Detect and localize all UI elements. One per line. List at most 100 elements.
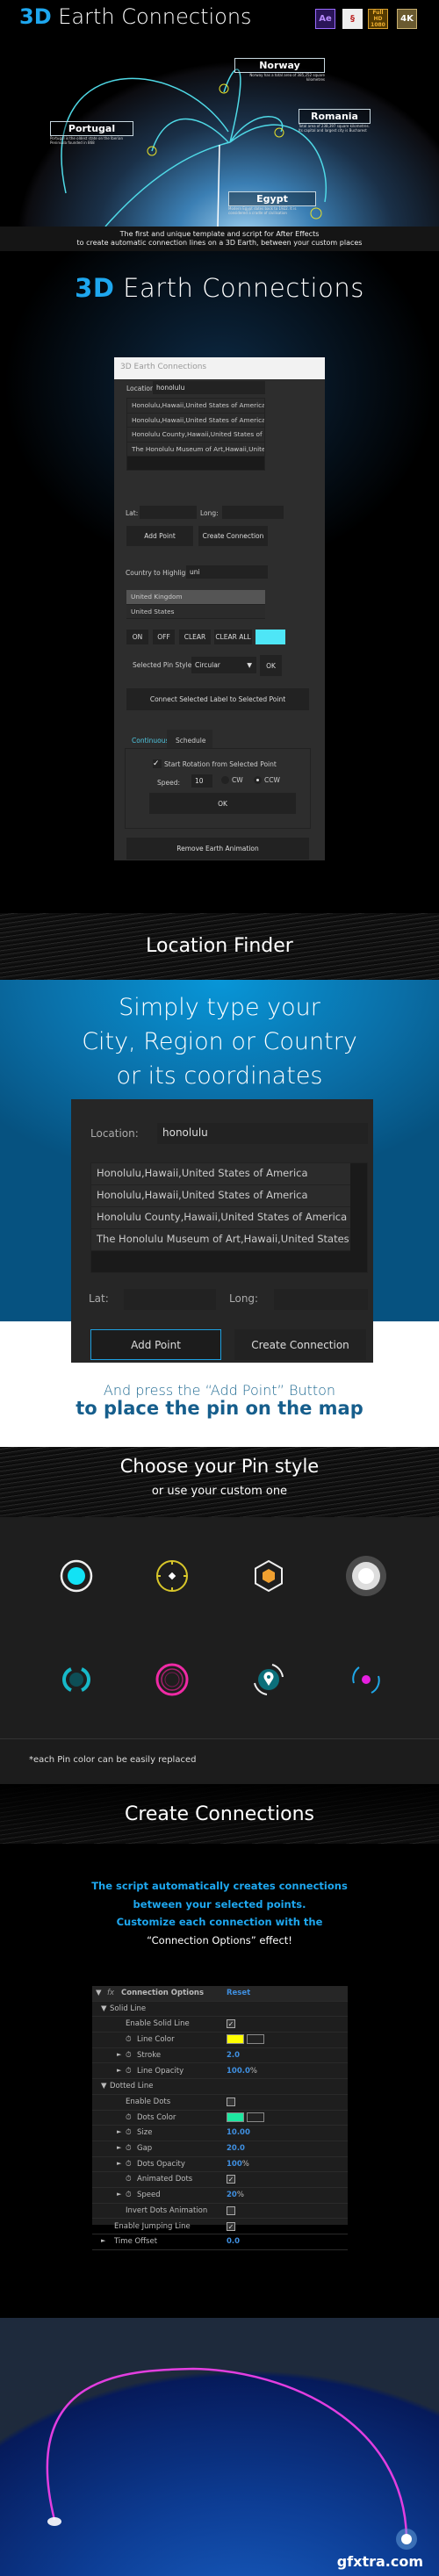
triangle-right-icon[interactable]: ►	[117, 2144, 121, 2151]
triangle-down-icon[interactable]: ▼	[101, 2082, 107, 2090]
stopwatch-icon[interactable]: ⏱	[126, 2175, 132, 2184]
eyedropper-icon[interactable]	[247, 2112, 264, 2122]
add-point-button[interactable]: Add Point	[126, 526, 193, 546]
fx-row[interactable]: Enable Jumping Line ✓	[92, 2220, 348, 2235]
country-item-selected[interactable]: United Kingdom	[126, 590, 265, 605]
glow-pin-icon[interactable]	[345, 1555, 387, 1597]
fx-row[interactable]: ► ⏱ Stroke 2.0	[92, 2048, 348, 2064]
fx-row[interactable]: ▼ Dotted Line	[92, 2079, 348, 2095]
fx-row[interactable]: ⏱ Line Color	[92, 2033, 348, 2048]
clear-button[interactable]: CLEAR	[179, 630, 211, 644]
checkbox[interactable]: ✓	[227, 2019, 235, 2029]
fx-row[interactable]: ► Time Offset 0.0	[92, 2234, 348, 2250]
triangle-right-icon[interactable]: ►	[117, 2051, 121, 2058]
clear-all-button[interactable]: CLEAR ALL	[214, 630, 252, 644]
result-item[interactable]: Honolulu,Hawaii,United States of America	[127, 413, 264, 428]
result-item[interactable]: The Honolulu Museum of Art,Hawaii,United…	[91, 1229, 350, 1251]
triangle-right-icon[interactable]: ►	[117, 2067, 121, 2074]
stopwatch-icon[interactable]: ⏱	[126, 2191, 132, 2199]
fx-value[interactable]: 0.0	[227, 2237, 240, 2246]
pin-style-ok-button[interactable]: OK	[260, 655, 282, 676]
fx-row[interactable]: Invert Dots Animation	[92, 2204, 348, 2220]
color-swatch[interactable]	[227, 2034, 244, 2045]
highlight-color-swatch[interactable]	[255, 630, 285, 644]
eyedropper-icon[interactable]	[247, 2034, 264, 2045]
map-marker-pin-icon[interactable]	[251, 1662, 286, 1697]
location-input[interactable]: honolulu	[153, 381, 265, 394]
add-point-button[interactable]: Add Point	[90, 1329, 221, 1360]
tab-continuous[interactable]: Continuous	[132, 737, 169, 745]
cw-radio[interactable]	[221, 776, 229, 784]
connect-label-button[interactable]: Connect Selected Label to Selected Point	[126, 688, 309, 710]
lat-input[interactable]	[140, 506, 197, 519]
on-button[interactable]: ON	[126, 630, 148, 644]
result-item[interactable]: Honolulu County,Hawaii,United States of …	[91, 1207, 350, 1229]
triangle-right-icon[interactable]: ►	[117, 2128, 121, 2135]
fx-row[interactable]: ⏱ Dots Color	[92, 2111, 348, 2126]
country-list[interactable]: United Kingdom United States	[126, 590, 265, 619]
checkbox[interactable]: ✓	[227, 2175, 235, 2184]
fx-value[interactable]: 2.0	[227, 2051, 240, 2060]
start-rotation-checkbox[interactable]: ✓	[153, 759, 162, 768]
triangle-down-icon[interactable]: ▼	[101, 2004, 107, 2013]
stopwatch-icon[interactable]: ⏱	[126, 2067, 132, 2076]
checkbox[interactable]	[227, 2097, 235, 2106]
hexagon-pin-icon[interactable]	[251, 1558, 286, 1594]
stopwatch-icon[interactable]: ⏱	[126, 2144, 132, 2153]
stopwatch-icon[interactable]: ⏱	[126, 2113, 132, 2122]
create-connection-button[interactable]: Create Connection	[234, 1329, 366, 1360]
fx-row[interactable]: ► ⏱ Dots Opacity 100%	[92, 2157, 348, 2173]
results-list[interactable]: Honolulu,Hawaii,United States of America…	[126, 398, 265, 471]
result-item[interactable]: Honolulu County,Hawaii,United States of …	[127, 428, 264, 443]
checkbox[interactable]	[227, 2205, 235, 2215]
triangle-right-icon[interactable]: ►	[117, 2160, 121, 2167]
fx-row[interactable]: ► ⏱ Gap 20.0	[92, 2141, 348, 2157]
stopwatch-icon[interactable]: ⏱	[126, 2051, 132, 2060]
fx-row[interactable]: ► ⏱ Size 10.00	[92, 2126, 348, 2141]
triangle-right-icon[interactable]: ►	[101, 2237, 105, 2244]
pin-style-select[interactable]: Circular ▼	[191, 657, 256, 673]
fx-row[interactable]: Enable Dots	[92, 2095, 348, 2111]
fx-row[interactable]: ▼ Solid Line	[92, 2002, 348, 2018]
result-item[interactable]: Honolulu,Hawaii,United States of America	[91, 1185, 350, 1207]
triangle-right-icon[interactable]: ►	[117, 2191, 121, 2198]
triangle-down-icon[interactable]: ▼	[96, 1989, 102, 1997]
fx-row[interactable]: Enable Solid Line ✓	[92, 2017, 348, 2033]
crosshair-pin-icon[interactable]	[155, 1558, 190, 1594]
fx-icon[interactable]: fx	[107, 1989, 114, 1997]
long-input[interactable]	[222, 506, 284, 519]
brackets-pin-icon[interactable]	[59, 1662, 94, 1697]
fx-header-row[interactable]: ▼ fx Connection Options Reset	[92, 1986, 348, 2002]
fx-value[interactable]: 100%	[227, 2160, 249, 2169]
color-swatch[interactable]	[227, 2112, 244, 2122]
fx-row[interactable]: ► ⏱ Line Opacity 100.0%	[92, 2064, 348, 2080]
circle-dot-pin-icon[interactable]	[59, 1558, 94, 1594]
fx-row[interactable]: ⏱ Animated Dots ✓	[92, 2172, 348, 2189]
remove-animation-button[interactable]: Remove Earth Animation	[126, 838, 309, 860]
long-input[interactable]	[274, 1289, 368, 1310]
result-item[interactable]: Honolulu,Hawaii,United States of America	[91, 1163, 350, 1185]
stopwatch-icon[interactable]: ⏱	[126, 2035, 132, 2044]
fx-value[interactable]: 100.0%	[227, 2067, 257, 2076]
fx-value[interactable]: 20.0	[227, 2144, 245, 2153]
orbit-pin-icon[interactable]	[349, 1662, 384, 1697]
fx-value[interactable]: 10.00	[227, 2128, 250, 2137]
ccw-radio[interactable]	[254, 776, 262, 784]
country-input[interactable]: uni	[186, 565, 268, 579]
results-list[interactable]: Honolulu,Hawaii,United States of America…	[90, 1162, 368, 1273]
tab-schedule[interactable]: Schedule	[167, 730, 212, 749]
fx-value[interactable]: 20%	[227, 2191, 244, 2199]
off-button[interactable]: OFF	[153, 630, 175, 644]
rotation-ok-button[interactable]: OK	[149, 793, 296, 814]
create-connection-button[interactable]: Create Connection	[198, 526, 268, 546]
stopwatch-icon[interactable]: ⏱	[126, 2160, 132, 2169]
lat-input[interactable]	[124, 1289, 216, 1310]
checkbox[interactable]: ✓	[227, 2221, 235, 2231]
reset-link[interactable]: Reset	[227, 1989, 250, 1997]
country-item[interactable]: United States	[126, 604, 265, 619]
speed-input[interactable]: 10	[191, 774, 212, 788]
fx-row[interactable]: ► ⏱ Speed 20%	[92, 2188, 348, 2204]
location-input[interactable]: honolulu	[157, 1123, 368, 1144]
stopwatch-icon[interactable]: ⏱	[126, 2128, 132, 2137]
result-item[interactable]: The Honolulu Museum of Art,Hawaii,United…	[127, 442, 264, 457]
